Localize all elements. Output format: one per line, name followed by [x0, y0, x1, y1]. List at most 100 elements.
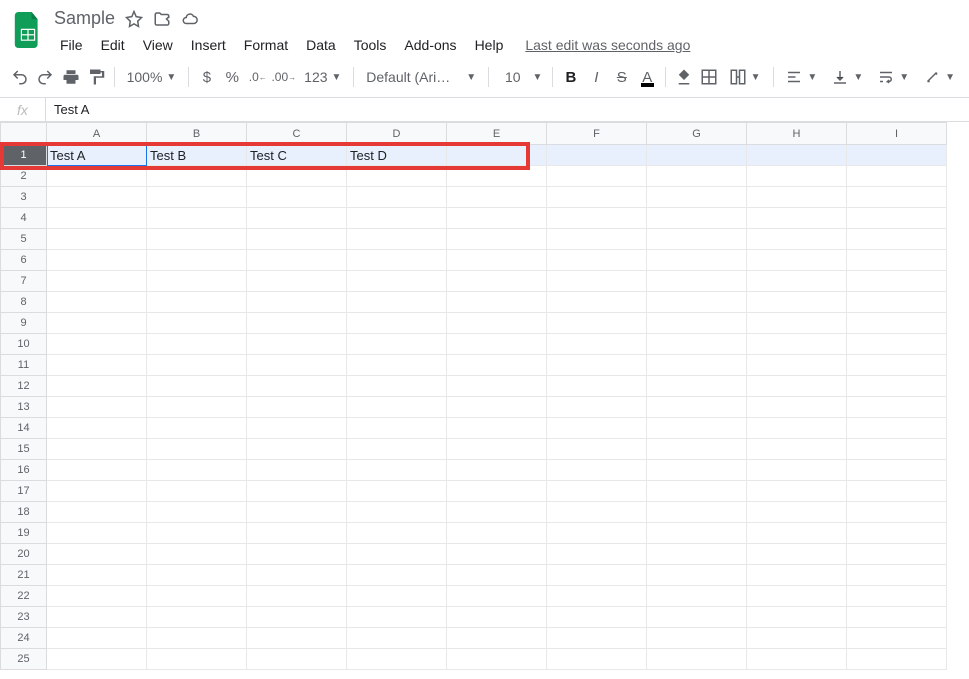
cell-D14[interactable] [347, 418, 447, 439]
zoom-dropdown[interactable]: 100%▼ [121, 63, 183, 91]
cell-F3[interactable] [547, 187, 647, 208]
row-header-3[interactable]: 3 [1, 187, 47, 208]
cell-A17[interactable] [47, 481, 147, 502]
cell-E23[interactable] [447, 607, 547, 628]
app-logo[interactable] [8, 10, 48, 50]
increase-decimal-icon[interactable]: .00→ [271, 63, 296, 91]
cell-C12[interactable] [247, 376, 347, 397]
row-header-5[interactable]: 5 [1, 229, 47, 250]
cell-H25[interactable] [747, 649, 847, 670]
cell-C10[interactable] [247, 334, 347, 355]
row-header-4[interactable]: 4 [1, 208, 47, 229]
cell-I9[interactable] [847, 313, 947, 334]
cell-H20[interactable] [747, 544, 847, 565]
cell-G20[interactable] [647, 544, 747, 565]
col-header-I[interactable]: I [847, 123, 947, 145]
col-header-E[interactable]: E [447, 123, 547, 145]
cell-B25[interactable] [147, 649, 247, 670]
cell-E21[interactable] [447, 565, 547, 586]
cell-A11[interactable] [47, 355, 147, 376]
cell-A5[interactable] [47, 229, 147, 250]
cell-G15[interactable] [647, 439, 747, 460]
cell-I8[interactable] [847, 292, 947, 313]
cell-D12[interactable] [347, 376, 447, 397]
cell-B4[interactable] [147, 208, 247, 229]
cell-I20[interactable] [847, 544, 947, 565]
cell-E25[interactable] [447, 649, 547, 670]
cell-B8[interactable] [147, 292, 247, 313]
cell-A21[interactable] [47, 565, 147, 586]
cell-C22[interactable] [247, 586, 347, 607]
cell-E3[interactable] [447, 187, 547, 208]
cell-E6[interactable] [447, 250, 547, 271]
cell-H22[interactable] [747, 586, 847, 607]
menu-file[interactable]: File [52, 33, 91, 57]
font-dropdown[interactable]: Default (Ari…▼ [360, 63, 482, 91]
cell-G12[interactable] [647, 376, 747, 397]
row-header-8[interactable]: 8 [1, 292, 47, 313]
currency-icon[interactable]: $ [195, 63, 218, 91]
cell-B22[interactable] [147, 586, 247, 607]
cell-D9[interactable] [347, 313, 447, 334]
cell-B1[interactable]: Test B [147, 145, 247, 166]
cell-H14[interactable] [747, 418, 847, 439]
cell-A23[interactable] [47, 607, 147, 628]
cell-G7[interactable] [647, 271, 747, 292]
cell-F15[interactable] [547, 439, 647, 460]
cell-A16[interactable] [47, 460, 147, 481]
cell-F12[interactable] [547, 376, 647, 397]
cell-H9[interactable] [747, 313, 847, 334]
cell-E9[interactable] [447, 313, 547, 334]
cell-D8[interactable] [347, 292, 447, 313]
cell-I17[interactable] [847, 481, 947, 502]
cell-C13[interactable] [247, 397, 347, 418]
cell-E2[interactable] [447, 166, 547, 187]
cell-H19[interactable] [747, 523, 847, 544]
cell-D22[interactable] [347, 586, 447, 607]
cell-D7[interactable] [347, 271, 447, 292]
cell-I16[interactable] [847, 460, 947, 481]
cell-D23[interactable] [347, 607, 447, 628]
cell-H2[interactable] [747, 166, 847, 187]
cell-B12[interactable] [147, 376, 247, 397]
cell-F7[interactable] [547, 271, 647, 292]
row-header-22[interactable]: 22 [1, 586, 47, 607]
cell-B11[interactable] [147, 355, 247, 376]
cell-D4[interactable] [347, 208, 447, 229]
cell-H23[interactable] [747, 607, 847, 628]
fill-color-icon[interactable] [672, 63, 695, 91]
wrap-dropdown[interactable]: ▼ [871, 63, 915, 91]
cell-G16[interactable] [647, 460, 747, 481]
cell-D1[interactable]: Test D [347, 145, 447, 166]
cell-G25[interactable] [647, 649, 747, 670]
paint-format-icon[interactable] [84, 63, 107, 91]
italic-button[interactable]: I [585, 63, 608, 91]
redo-icon[interactable] [33, 63, 56, 91]
col-header-C[interactable]: C [247, 123, 347, 145]
cell-H5[interactable] [747, 229, 847, 250]
cell-D21[interactable] [347, 565, 447, 586]
cell-F10[interactable] [547, 334, 647, 355]
row-header-23[interactable]: 23 [1, 607, 47, 628]
cell-H7[interactable] [747, 271, 847, 292]
cell-E18[interactable] [447, 502, 547, 523]
cell-E10[interactable] [447, 334, 547, 355]
cell-C8[interactable] [247, 292, 347, 313]
row-header-20[interactable]: 20 [1, 544, 47, 565]
cell-G18[interactable] [647, 502, 747, 523]
cell-H15[interactable] [747, 439, 847, 460]
cell-E14[interactable] [447, 418, 547, 439]
cell-A25[interactable] [47, 649, 147, 670]
cell-A14[interactable] [47, 418, 147, 439]
cell-C5[interactable] [247, 229, 347, 250]
row-header-6[interactable]: 6 [1, 250, 47, 271]
cell-I15[interactable] [847, 439, 947, 460]
cell-E12[interactable] [447, 376, 547, 397]
cell-D17[interactable] [347, 481, 447, 502]
cell-C25[interactable] [247, 649, 347, 670]
cell-F19[interactable] [547, 523, 647, 544]
cell-F9[interactable] [547, 313, 647, 334]
borders-icon[interactable] [697, 63, 720, 91]
cell-G24[interactable] [647, 628, 747, 649]
cell-F1[interactable] [547, 145, 647, 166]
